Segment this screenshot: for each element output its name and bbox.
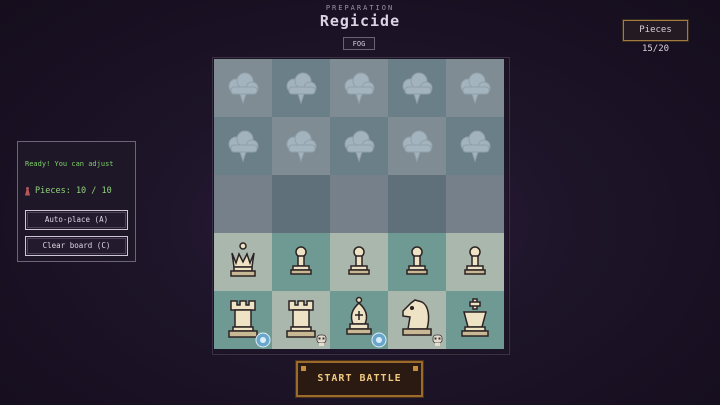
clear-board-button[interactable]: Clear board (C): [25, 236, 128, 256]
rook-icon: [228, 300, 271, 348]
queen-piece-cell[interactable]: [214, 233, 272, 291]
pawn-icon: [348, 246, 370, 275]
pawn-piece-cell[interactable]: [272, 233, 330, 291]
board-cell[interactable]: [272, 175, 330, 233]
fog-cloud-icon: [286, 72, 317, 105]
fog-cloud-icon: [460, 72, 491, 105]
pawn-icon: [406, 246, 428, 275]
auto-place-button[interactable]: Auto-place (A): [25, 210, 128, 230]
board-cell[interactable]: [330, 175, 388, 233]
pawn-piece-cell[interactable]: [446, 233, 504, 291]
pawn-piece-cell[interactable]: [330, 233, 388, 291]
fog-cell[interactable]: [446, 117, 504, 175]
knight-piece-cell[interactable]: [388, 291, 446, 349]
fog-cell[interactable]: [214, 59, 272, 117]
queen-icon: [230, 242, 256, 277]
fog-cloud-icon: [228, 72, 259, 105]
fog-cell[interactable]: [446, 59, 504, 117]
king-piece-cell[interactable]: [446, 291, 504, 349]
king-icon: [461, 298, 489, 337]
setup-panel: Ready! You can adjust Pieces: 10 / 10 Au…: [17, 141, 136, 262]
start-battle-button[interactable]: START BATTLE: [295, 360, 424, 398]
bishop-piece-cell[interactable]: [330, 291, 388, 349]
rook-icon: [286, 300, 327, 346]
mode-tag: FOG: [343, 37, 375, 50]
pawn-icon: [25, 186, 30, 196]
pieces-counter: Pieces 15/20: [622, 19, 689, 54]
board-cell[interactable]: [214, 175, 272, 233]
chess-board: [213, 58, 509, 354]
knight-icon: [402, 299, 443, 346]
fog-cell[interactable]: [272, 59, 330, 117]
pawn-piece-cell[interactable]: [388, 233, 446, 291]
fog-cloud-icon: [460, 130, 491, 163]
fog-cloud-icon: [402, 72, 433, 105]
fog-cell[interactable]: [214, 117, 272, 175]
ready-status: Ready! You can adjust: [25, 160, 114, 168]
fog-cell[interactable]: [330, 59, 388, 117]
phase-subtitle: PREPARATION: [325, 4, 395, 12]
fog-cloud-icon: [344, 72, 375, 105]
pawn-icon: [290, 246, 312, 275]
fog-cell[interactable]: [272, 117, 330, 175]
board-cell[interactable]: [446, 175, 504, 233]
fog-cell[interactable]: [330, 117, 388, 175]
pieces-count: Pieces: 10 / 10: [25, 186, 112, 196]
fog-cloud-icon: [286, 130, 317, 163]
pieces-count-label: Pieces: 10 / 10: [35, 186, 112, 196]
fog-cloud-icon: [344, 130, 375, 163]
bishop-icon: [346, 296, 387, 348]
rook-piece-cell[interactable]: [272, 291, 330, 349]
fog-cell[interactable]: [388, 117, 446, 175]
game-title: Regicide: [319, 12, 401, 30]
fog-cloud-icon: [402, 130, 433, 163]
rook-piece-cell[interactable]: [214, 291, 272, 349]
fog-cell[interactable]: [388, 59, 446, 117]
board-cell[interactable]: [388, 175, 446, 233]
pawn-icon: [464, 246, 486, 275]
fog-cloud-icon: [228, 130, 259, 163]
